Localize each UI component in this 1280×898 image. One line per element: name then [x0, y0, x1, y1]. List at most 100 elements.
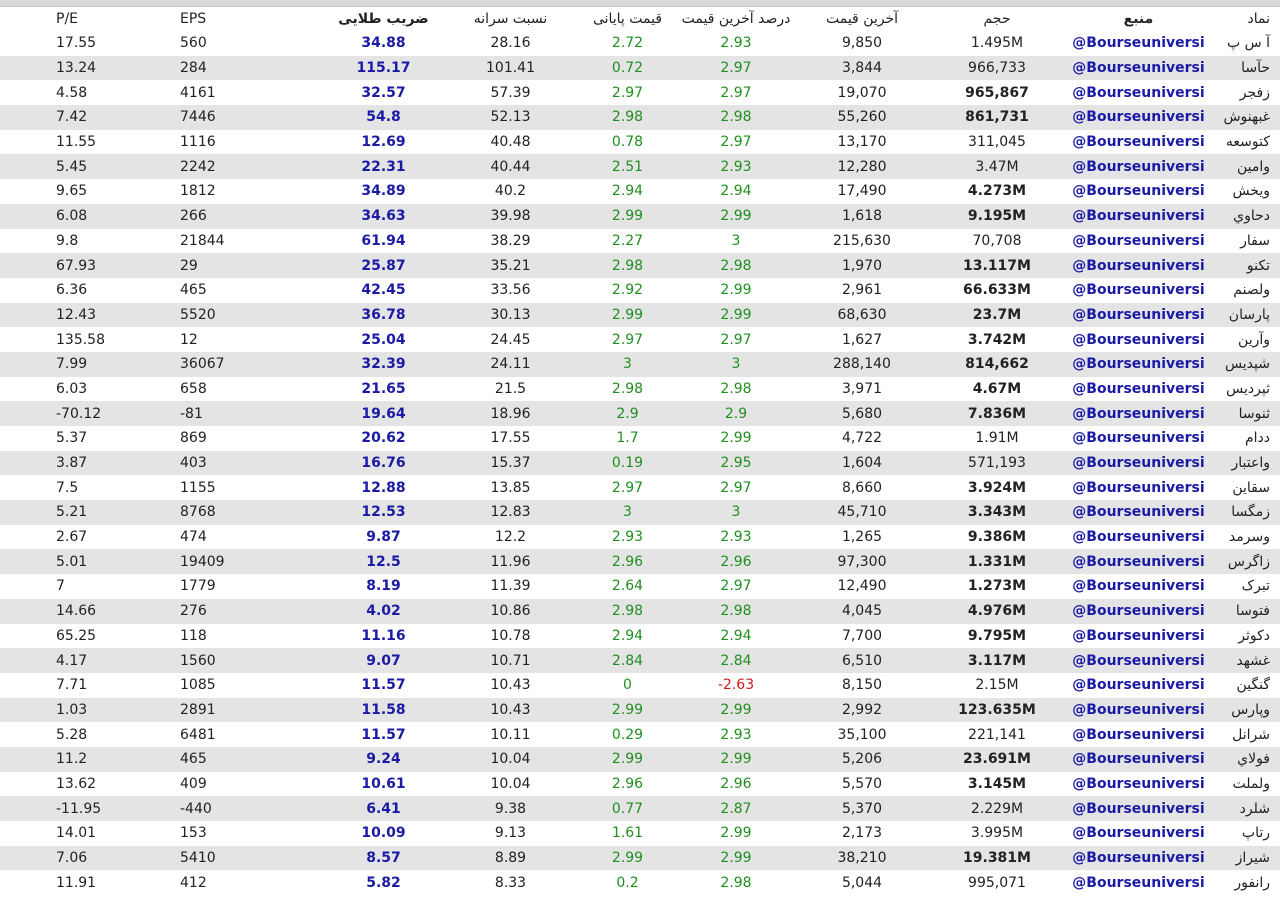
table-row[interactable]: 6.03 658 21.65 21.5 2.98 2.98 3,971 4.67M @Bours…: [0, 377, 1280, 402]
table-row[interactable]: 1.03 2891 11.58 10.43 2.99 2.99 2,992 123.635M @…: [0, 697, 1280, 723]
table-row[interactable]: 5.28 6481 11.57 10.11 0.29 2.93 35,100 221,141 @…: [0, 722, 1280, 747]
header-final-price[interactable]: قیمت پایانی: [574, 7, 681, 31]
header-volume[interactable]: حجم: [933, 7, 1061, 31]
cell-source[interactable]: @Bourseuniversi: [1061, 549, 1216, 575]
cell-eps: 29: [180, 253, 320, 278]
table-row[interactable]: 7 1779 8.19 11.39 2.64 2.97 12,490 1.273M @Bours…: [0, 574, 1280, 599]
cell-source[interactable]: @Bourseuniversi: [1061, 302, 1216, 328]
cell-source[interactable]: @Bourseuniversi: [1061, 179, 1216, 204]
cell-final-price: 2.96: [611, 775, 644, 792]
cell-source[interactable]: @Bourseuniversi: [1061, 31, 1216, 56]
cell-eps: 2891: [180, 697, 320, 723]
header-last-price[interactable]: آخرین قیمت: [791, 7, 933, 31]
table-row[interactable]: 4.58 4161 32.57 57.39 2.97 2.97 19,070 965,867 @…: [0, 80, 1280, 105]
table-row[interactable]: 5.45 2242 22.31 40.44 2.51 2.93 12,280 3.47M @Bo…: [0, 154, 1280, 180]
table-row[interactable]: 14.01 153 10.09 9.13 1.61 2.99 2,173 3.995M @Bou…: [0, 821, 1280, 846]
header-pe[interactable]: P/E: [0, 7, 180, 31]
header-eps[interactable]: EPS: [180, 7, 320, 31]
table-row[interactable]: 5.37 869 20.62 17.55 1.7 2.99 4,722 1.91M @Bours…: [0, 426, 1280, 451]
cell-symbol: تبرک: [1241, 578, 1270, 595]
table-row[interactable]: 11.55 1116 12.69 40.48 0.78 2.97 13,170 311,045…: [0, 130, 1280, 155]
cell-symbol: شپدیس: [1216, 351, 1280, 377]
cell-last-price-percent: 2.97: [720, 134, 752, 151]
cell-source[interactable]: @Bourseuniversi: [1061, 845, 1216, 871]
cell-last-price: 215,630: [833, 232, 891, 249]
cell-source[interactable]: @Bourseuniversi: [1061, 648, 1216, 673]
table-row[interactable]: 7.42 7446 54.8 52.13 2.98 2.98 55,260 861,731 @B…: [0, 105, 1280, 130]
cell-source[interactable]: @Bourseuniversi: [1061, 426, 1216, 451]
cell-per-capita-ratio: 13.85: [490, 479, 531, 496]
cell-symbol: زفجر: [1239, 84, 1270, 101]
table-row[interactable]: -11.95 -440 6.41 9.38 0.77 2.87 5,370 2.229M @Bo…: [0, 796, 1280, 821]
table-row[interactable]: 135.58 12 25.04 24.45 2.97 2.97 1,627 3.742M @Bo…: [0, 327, 1280, 352]
table-row[interactable]: 13.62 409 10.61 10.04 2.96 2.96 5,570 3.145M @Bo…: [0, 772, 1280, 797]
cell-source[interactable]: @Bourseuniversi: [1061, 500, 1216, 525]
cell-volume: 3.343M: [933, 500, 1061, 525]
table-row[interactable]: 67.93 29 25.87 35.21 2.98 2.98 1,970 13.117M @Bo…: [0, 253, 1280, 278]
header-last-price-percent[interactable]: درصد آخرین قیمت: [681, 7, 791, 31]
cell-source[interactable]: @Bourseuniversi: [1061, 377, 1216, 402]
table-row[interactable]: 3.87 403 16.76 15.37 0.19 2.95 1,604 571,193 @Bo…: [0, 450, 1280, 476]
cell-source[interactable]: @Bourseuniversi: [1061, 203, 1216, 229]
cell-pe: 6.08: [0, 203, 180, 229]
table-row[interactable]: 7.06 5410 8.57 8.89 2.99 2.99 38,210 19.381M @Bo…: [0, 845, 1280, 871]
table-row[interactable]: 5.01 19409 12.5 11.96 2.96 2.96 97,300 1.331M @B…: [0, 549, 1280, 575]
table-row[interactable]: 12.43 5520 36.78 30.13 2.99 2.99 68,630 23.7M @B…: [0, 302, 1280, 328]
cell-source[interactable]: @Bourseuniversi: [1061, 673, 1216, 698]
cell-gold-ratio: 34.63: [320, 203, 447, 229]
table-row[interactable]: 6.36 465 42.45 33.56 2.92 2.99 2,961 66.633M @Bo…: [0, 278, 1280, 303]
cell-source[interactable]: @Bourseuniversi: [1061, 154, 1216, 180]
cell-source[interactable]: @Bourseuniversi: [1061, 450, 1216, 476]
table-row[interactable]: 11.91 412 5.82 8.33 0.2 2.98 5,044 995,071 @Bour…: [0, 870, 1280, 895]
cell-pe: 17.55: [56, 35, 97, 52]
cell-source[interactable]: @Bourseuniversi: [1061, 253, 1216, 278]
table-row[interactable]: -70.12 -81 19.64 18.96 2.9 2.9 5,680 7.836M @Bou…: [0, 401, 1280, 426]
cell-source[interactable]: @Bourseuniversi: [1061, 746, 1216, 772]
table-row[interactable]: 65.25 118 11.16 10.78 2.94 2.94 7,700 9.795M @Bo…: [0, 624, 1280, 649]
table-row[interactable]: 7.5 1155 12.88 13.85 2.97 2.97 8,660 3.924M @Bou…: [0, 475, 1280, 500]
cell-source[interactable]: @Bourseuniversi: [1061, 55, 1216, 81]
cell-source[interactable]: @Bourseuniversi: [1061, 229, 1216, 254]
cell-last-price: 97,300: [791, 549, 933, 575]
cell-source[interactable]: @Bourseuniversi: [1061, 870, 1216, 895]
cell-source[interactable]: @Bourseuniversi: [1061, 574, 1216, 599]
table-row[interactable]: 11.2 465 9.24 10.04 2.99 2.99 5,206 23.691M @Bou…: [0, 746, 1280, 772]
table-row[interactable]: 2.67 474 9.87 12.2 2.93 2.93 1,265 9.386M @Bours…: [0, 525, 1280, 550]
cell-source[interactable]: @Bourseuniversi: [1061, 351, 1216, 377]
table-row[interactable]: 9.8 21844 61.94 38.29 2.27 3 215,630 70,708 @Bou…: [0, 229, 1280, 254]
table-row[interactable]: 7.99 36067 32.39 24.11 3 3 288,140 814,662 @Bour…: [0, 351, 1280, 377]
cell-source[interactable]: @Bourseuniversi: [1061, 130, 1216, 155]
cell-eps: 276: [180, 598, 320, 624]
table-row[interactable]: 13.24 284 115.17 101.41 0.72 2.97 3,844 966,733…: [0, 55, 1280, 81]
header-source[interactable]: منبع: [1061, 7, 1216, 31]
cell-gold-ratio: 10.09: [361, 825, 406, 842]
cell-source[interactable]: @Bourseuniversi: [1061, 475, 1216, 500]
cell-source[interactable]: @Bourseuniversi: [1061, 401, 1216, 426]
table-row[interactable]: 7.71 1085 11.57 10.43 0 -2.63 8,150 2.15M @Bours…: [0, 673, 1280, 698]
cell-source[interactable]: @Bourseuniversi: [1061, 525, 1216, 550]
table-row[interactable]: 14.66 276 4.02 10.86 2.98 2.98 4,045 4.976M @Bou…: [0, 598, 1280, 624]
header-symbol[interactable]: نماد: [1216, 7, 1280, 31]
cell-gold-ratio: 11.16: [361, 627, 406, 644]
cell-gold-ratio: 12.88: [361, 479, 406, 496]
header-gold-ratio[interactable]: ضریب طلایی: [320, 7, 447, 31]
cell-source[interactable]: @Bourseuniversi: [1061, 697, 1216, 723]
header-per-capita-ratio[interactable]: نسبت سرانه: [447, 7, 574, 31]
table-row[interactable]: 9.65 1812 34.89 40.2 2.94 2.94 17,490 4.273M @Bo…: [0, 179, 1280, 204]
table-row[interactable]: 4.17 1560 9.07 10.71 2.84 2.84 6,510 3.117M @Bou…: [0, 648, 1280, 673]
cell-source[interactable]: @Bourseuniversi: [1061, 722, 1216, 747]
cell-source[interactable]: @Bourseuniversi: [1061, 327, 1216, 352]
cell-source[interactable]: @Bourseuniversi: [1061, 624, 1216, 649]
cell-source[interactable]: @Bourseuniversi: [1061, 105, 1216, 130]
table-row[interactable]: 5.21 8768 12.53 12.83 3 3 45,710 3.343M @Bourseu…: [0, 500, 1280, 525]
cell-source[interactable]: @Bourseuniversi: [1061, 772, 1216, 797]
table-row[interactable]: 6.08 266 34.63 39.98 2.99 2.99 1,618 9.195M @Bou…: [0, 203, 1280, 229]
cell-source[interactable]: @Bourseuniversi: [1061, 80, 1216, 105]
cell-per-capita-ratio: 15.37: [447, 450, 574, 476]
table-row[interactable]: 17.55 560 34.88 28.16 2.72 2.93 9,850 1.495M @Bo…: [0, 31, 1280, 56]
cell-source[interactable]: @Bourseuniversi: [1061, 278, 1216, 303]
cell-last-price: 45,710: [791, 500, 933, 525]
cell-source[interactable]: @Bourseuniversi: [1061, 598, 1216, 624]
cell-source[interactable]: @Bourseuniversi: [1061, 796, 1216, 821]
cell-source[interactable]: @Bourseuniversi: [1061, 821, 1216, 846]
